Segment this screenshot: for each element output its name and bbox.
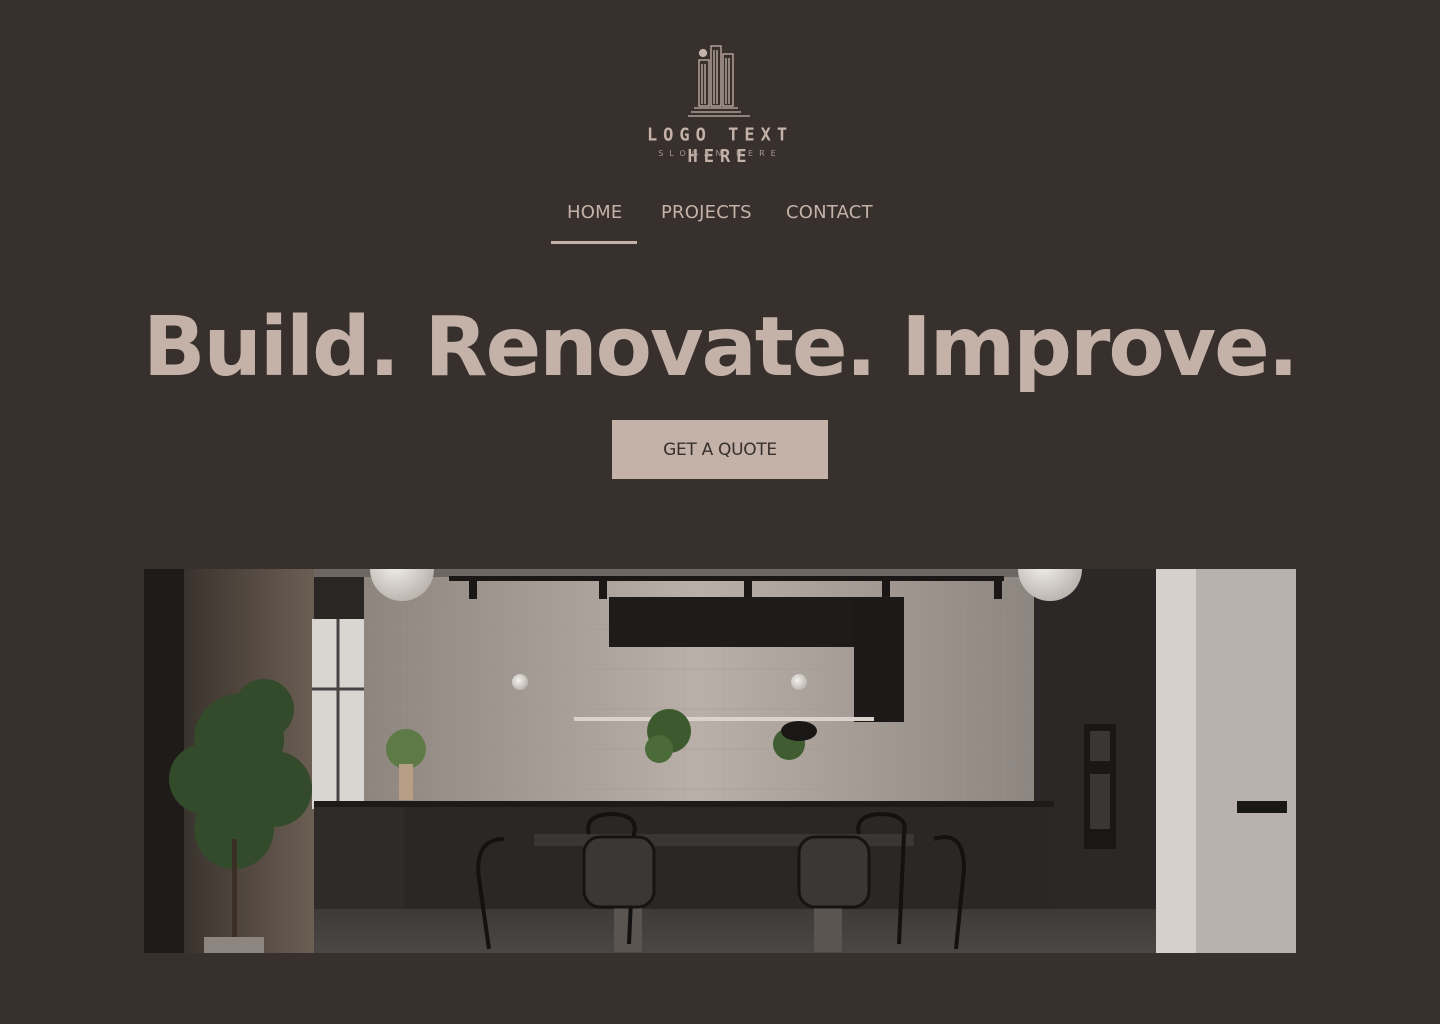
get-a-quote-button[interactable]: GET A QUOTE [612,420,828,479]
main-nav: HOME PROJECTS CONTACT [551,190,892,244]
building-icon [688,45,750,117]
logo-slogan: SLOGAN HERE [658,149,782,158]
hero-headline: Build. Renovate. Improve. [143,300,1299,395]
nav-item-home[interactable]: HOME [551,190,637,244]
nav-item-contact[interactable]: CONTACT [762,190,892,244]
brand-logo[interactable]: LOGO TEXT HERE SLOGAN HERE [620,40,820,167]
hero-image [144,569,1296,953]
nav-item-projects[interactable]: PROJECTS [637,190,762,244]
logo-text: LOGO TEXT HERE [646,125,794,167]
